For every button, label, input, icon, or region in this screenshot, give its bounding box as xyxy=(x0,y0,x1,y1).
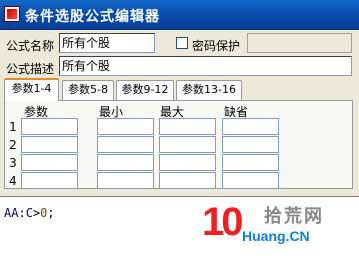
formula-desc-input[interactable]: 所有个股 xyxy=(59,56,352,76)
app-icon xyxy=(4,6,20,22)
param-name-cell[interactable] xyxy=(21,154,78,171)
param-name-cell[interactable] xyxy=(21,172,78,189)
param-name-cell[interactable] xyxy=(21,118,78,135)
param-name-cell[interactable] xyxy=(21,136,78,153)
param-max-cell[interactable] xyxy=(159,154,216,171)
param-min-cell[interactable] xyxy=(97,118,154,135)
code-variable: AA xyxy=(4,206,19,220)
tab-params-9-12[interactable]: 参数9-12 xyxy=(116,80,174,100)
window-title: 条件选股公式编辑器 xyxy=(25,9,160,25)
param-default-cell[interactable] xyxy=(222,136,279,153)
password-protect-checkbox[interactable] xyxy=(176,37,188,49)
code-semicolon: ; xyxy=(47,206,55,220)
formula-name-input[interactable]: 所有个股 xyxy=(59,33,155,53)
param-row-num: 3 xyxy=(9,156,17,170)
param-tabs: 参数1-4 参数5-8 参数9-12 参数13-16 xyxy=(4,78,354,101)
tab-params-5-8[interactable]: 参数5-8 xyxy=(62,80,114,100)
param-min-cell[interactable] xyxy=(97,172,154,189)
watermark-mark: 10 xyxy=(202,200,243,244)
password-input xyxy=(247,33,352,53)
tab-params-1-4[interactable]: 参数1-4 xyxy=(4,78,59,101)
param-max-cell[interactable] xyxy=(159,172,216,189)
param-max-cell[interactable] xyxy=(159,136,216,153)
param-default-cell[interactable] xyxy=(222,154,279,171)
param-default-cell[interactable] xyxy=(222,118,279,135)
password-protect-label: 密码保护 xyxy=(192,39,241,53)
watermark-name: 拾荒网 xyxy=(264,206,324,226)
tab-params-13-16[interactable]: 参数13-16 xyxy=(176,80,242,100)
formula-desc-label: 公式描述 xyxy=(6,62,55,76)
param-row-num: 1 xyxy=(9,120,17,134)
param-row-num: 2 xyxy=(9,138,17,152)
formula-code[interactable]: AA:C>0; xyxy=(4,206,55,220)
title-bar[interactable]: 条件选股公式编辑器 xyxy=(0,0,359,30)
param-default-cell[interactable] xyxy=(222,172,279,189)
watermark-logo: 10 拾荒网 Huang.CN xyxy=(202,200,352,252)
formula-name-label: 公式名称 xyxy=(6,39,55,53)
param-min-cell[interactable] xyxy=(97,154,154,171)
param-max-cell[interactable] xyxy=(159,118,216,135)
code-close: C xyxy=(25,206,33,220)
code-op-assign: : xyxy=(18,206,26,220)
param-row-num: 4 xyxy=(9,174,17,188)
param-min-cell[interactable] xyxy=(97,136,154,153)
watermark-site: Huang.CN xyxy=(242,228,310,244)
